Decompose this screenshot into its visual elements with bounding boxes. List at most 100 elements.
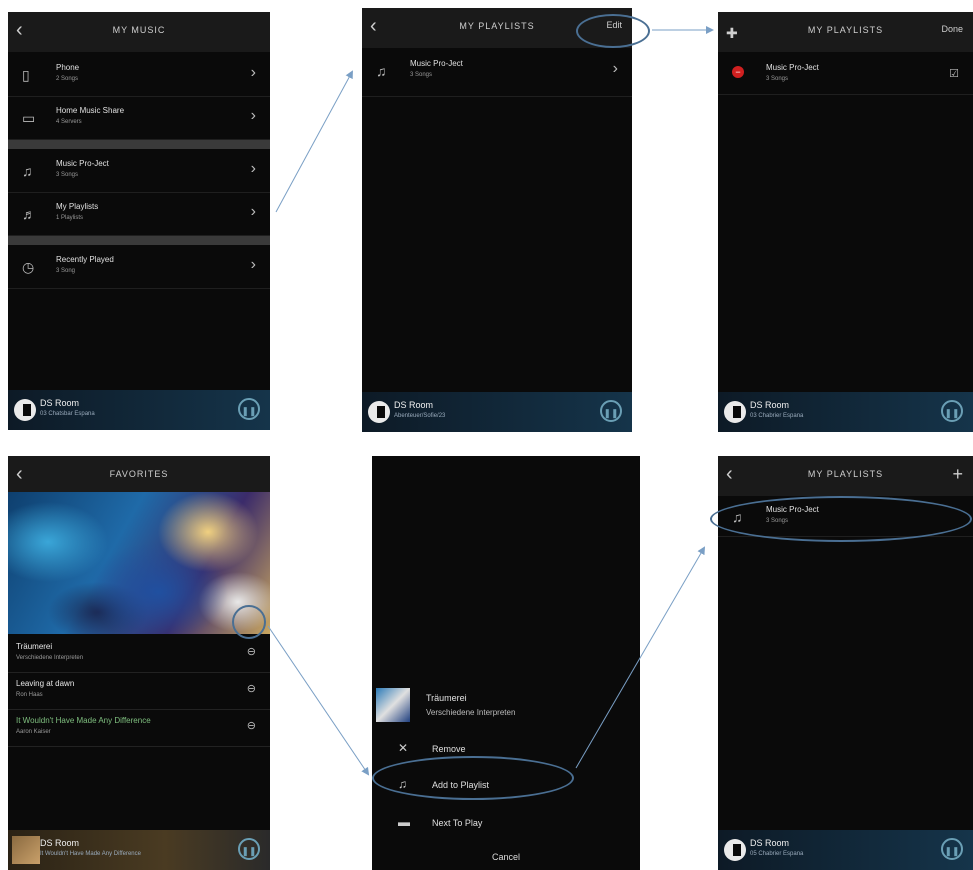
menu-label: Next To Play: [432, 818, 483, 828]
track-name: It Wouldn't Have Made Any Difference: [40, 851, 141, 857]
phone-icon: ▯: [22, 67, 30, 83]
track-name: 05 Chabrier Espana: [750, 851, 804, 857]
screen-my-music: ‹ MY MUSIC ▯ Phone 2 Songs › ▭ Home Musi…: [8, 12, 270, 430]
cancel-button[interactable]: Cancel: [372, 852, 640, 862]
music-note-icon: ♫: [376, 63, 387, 79]
chevron-right-icon: ›: [250, 203, 256, 220]
nav-bar: ✚ MY PLAYLISTS Done: [718, 12, 973, 52]
nav-bar: ‹ FAVORITES: [8, 456, 270, 492]
list-item-home-music-share[interactable]: ▭ Home Music Share 4 Servers ›: [8, 97, 270, 140]
list-item-recently-played[interactable]: ◷ Recently Played 3 Song ›: [8, 246, 270, 289]
screen-action-sheet: Träumerei Verschiedene Interpreten ✕ Rem…: [372, 456, 640, 870]
list-item-my-playlists[interactable]: ♬ My Playlists 1 Playlists ›: [8, 193, 270, 236]
item-subtitle: 1 Playlists: [56, 215, 84, 221]
add-to-playlist-highlight: [372, 756, 574, 800]
more-options-icon[interactable]: ⊖: [247, 682, 256, 695]
page-title: FAVORITES: [109, 469, 169, 479]
chevron-right-icon: ›: [250, 107, 256, 124]
screen-my-playlists: ‹ MY PLAYLISTS Edit ♫ Music Pro-Ject 3 S…: [362, 8, 632, 432]
nav-bar: ‹ MY PLAYLISTS +: [718, 456, 973, 496]
room-logo-icon: [368, 401, 390, 423]
album-thumb: [12, 836, 40, 864]
pause-icon[interactable]: ❚❚: [238, 838, 260, 860]
now-playing-bar[interactable]: DS Room It Wouldn't Have Made Any Differ…: [8, 830, 270, 870]
more-options-highlight: [232, 605, 266, 639]
clock-icon: ◷: [22, 259, 35, 275]
arrow-3: [267, 625, 370, 776]
item-title: Music Pro-Ject: [56, 159, 109, 168]
item-subtitle: 3 Songs: [766, 76, 789, 82]
item-title: Music Pro-Ject: [410, 59, 463, 68]
item-subtitle: 3 Song: [56, 268, 76, 274]
done-button[interactable]: Done: [941, 24, 963, 34]
now-playing-bar[interactable]: DS Room 03 Chatsbar Espana ❚❚: [8, 390, 270, 430]
page-title: MY PLAYLISTS: [807, 469, 884, 479]
item-subtitle: 3 Songs: [56, 172, 79, 178]
item-title: Recently Played: [56, 255, 114, 264]
chevron-right-icon: ›: [250, 160, 256, 177]
chevron-right-icon: ›: [250, 64, 256, 81]
more-options-icon[interactable]: ⊖: [247, 645, 256, 658]
room-name: DS Room: [750, 400, 790, 410]
back-icon[interactable]: ‹: [16, 464, 23, 484]
delete-icon[interactable]: −: [732, 66, 744, 78]
track-artist: Verschiedene Interpreten: [426, 708, 516, 717]
add-icon[interactable]: ✚: [726, 23, 738, 43]
song-row-traumerei[interactable]: Träumerei Verschiedene Interpreten ⊖: [8, 636, 270, 673]
room-name: DS Room: [394, 400, 434, 410]
chevron-right-icon: ›: [250, 256, 256, 273]
edit-icon[interactable]: ☑: [949, 67, 959, 80]
song-title: It Wouldn't Have Made Any Difference: [16, 716, 151, 725]
chevron-right-icon: ›: [612, 60, 618, 77]
song-title: Träumerei: [16, 642, 53, 651]
now-playing-bar[interactable]: DS Room Abenteuer/Sofie/23 ❚❚: [362, 392, 632, 432]
page-title: MY PLAYLISTS: [807, 25, 884, 35]
song-row-leaving-at-dawn[interactable]: Leaving at dawn Ron Haas ⊖: [8, 673, 270, 710]
item-title: Phone: [56, 63, 80, 72]
song-artist: Aaron Kaiser: [16, 729, 51, 735]
page-title: MY MUSIC: [112, 25, 166, 35]
back-icon[interactable]: ‹: [726, 464, 733, 484]
playlist-icon: ♬: [22, 206, 36, 222]
section-divider: [8, 140, 270, 149]
next-to-play-menu-item[interactable]: ▬ Next To Play: [372, 810, 640, 836]
pause-icon[interactable]: ❚❚: [941, 400, 963, 422]
item-subtitle: 3 Songs: [410, 72, 433, 78]
room-logo-icon: [724, 839, 746, 861]
list-item-playlist[interactable]: − Music Pro-Ject 3 Songs ☑: [718, 54, 973, 95]
add-playlist-button[interactable]: +: [952, 464, 963, 485]
pause-icon[interactable]: ❚❚: [600, 400, 622, 422]
item-title: My Playlists: [56, 202, 99, 211]
screen-favorites: ‹ FAVORITES Träumerei Verschiedene Inter…: [8, 456, 270, 870]
room-name: DS Room: [750, 838, 790, 848]
list-item-phone[interactable]: ▯ Phone 2 Songs ›: [8, 54, 270, 97]
now-playing-bar[interactable]: DS Room 03 Chabrier Espana ❚❚: [718, 392, 973, 432]
back-icon[interactable]: ‹: [16, 20, 23, 40]
pause-icon[interactable]: ❚❚: [238, 398, 260, 420]
server-icon: ▭: [22, 110, 36, 126]
edit-highlight-ellipse: [576, 14, 650, 48]
queue-icon: ▬: [398, 815, 410, 829]
room-name: DS Room: [40, 398, 80, 408]
list-item-music-project[interactable]: ♫ Music Pro-Ject 3 Songs ›: [8, 150, 270, 193]
track-title: Träumerei: [426, 693, 467, 703]
section-divider: [8, 236, 270, 245]
page-title: MY PLAYLISTS: [459, 21, 535, 31]
room-logo-icon: [14, 399, 36, 421]
screen-my-playlists-edit-mode: ✚ MY PLAYLISTS Done − Music Pro-Ject 3 S…: [718, 12, 973, 432]
track-name: 03 Chatsbar Espana: [40, 411, 95, 417]
track-name: Abenteuer/Sofie/23: [394, 413, 446, 419]
room-logo-icon: [724, 401, 746, 423]
arrow-1: [275, 70, 353, 213]
list-item-playlist[interactable]: ♫ Music Pro-Ject 3 Songs ›: [362, 50, 632, 97]
song-artist: Verschiedene Interpreten: [16, 655, 84, 661]
pause-icon[interactable]: ❚❚: [941, 838, 963, 860]
song-title: Leaving at dawn: [16, 679, 75, 688]
song-row-it-wouldnt[interactable]: It Wouldn't Have Made Any Difference Aar…: [8, 710, 270, 747]
back-icon[interactable]: ‹: [370, 16, 377, 36]
now-playing-bar[interactable]: DS Room 05 Chabrier Espana ❚❚: [718, 830, 973, 870]
more-options-icon[interactable]: ⊖: [247, 719, 256, 732]
track-name: 03 Chabrier Espana: [750, 413, 804, 419]
item-title: Home Music Share: [56, 106, 125, 115]
room-name: DS Room: [40, 838, 80, 848]
